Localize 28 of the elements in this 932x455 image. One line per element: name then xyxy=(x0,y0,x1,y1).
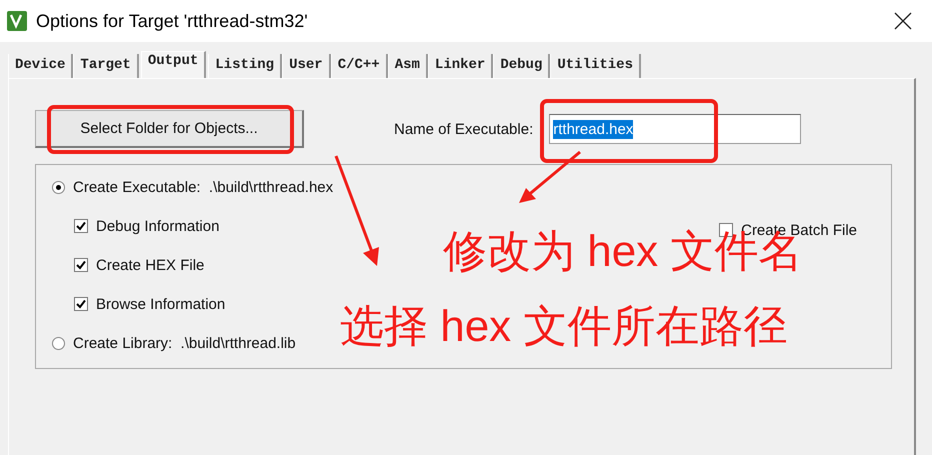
option-label: Create Library: .\build\rtthread.lib xyxy=(73,334,296,352)
tab[interactable]: Linker xyxy=(428,54,494,78)
annotation-text: 选择 hex 文件所在路径 xyxy=(340,305,788,349)
close-icon[interactable] xyxy=(894,12,912,30)
window-title: Options for Target 'rtthread-stm32' xyxy=(36,10,308,32)
option-label: Create Executable: .\build\rtthread.hex xyxy=(73,178,334,196)
option-label: Browse Information xyxy=(96,296,226,312)
checkbox[interactable] xyxy=(74,219,88,233)
select-folder-button[interactable]: Select Folder for Objects... xyxy=(35,110,304,148)
field-label: Name of Executable: xyxy=(394,120,534,138)
radio-button[interactable] xyxy=(52,180,65,194)
tab[interactable]: Debug xyxy=(493,54,550,78)
tab[interactable]: C/C++ xyxy=(330,54,388,78)
arrow xyxy=(519,150,581,203)
tab[interactable]: Output xyxy=(140,51,206,78)
tab[interactable]: Target xyxy=(73,54,139,78)
tab[interactable]: User xyxy=(282,54,331,78)
checkbox[interactable] xyxy=(74,258,88,272)
app-logo-icon xyxy=(7,11,27,31)
option-label: Debug Information xyxy=(96,218,220,234)
tab[interactable]: Device xyxy=(8,54,74,78)
checkbox[interactable] xyxy=(74,297,88,311)
input-field[interactable]: rtthread.hex xyxy=(549,114,802,144)
tab[interactable]: Asm xyxy=(388,54,428,78)
option-label: Create HEX File xyxy=(96,256,204,274)
radio-button[interactable] xyxy=(52,336,65,350)
tab[interactable]: Utilities xyxy=(550,54,641,78)
tab[interactable]: Listing xyxy=(208,54,282,78)
